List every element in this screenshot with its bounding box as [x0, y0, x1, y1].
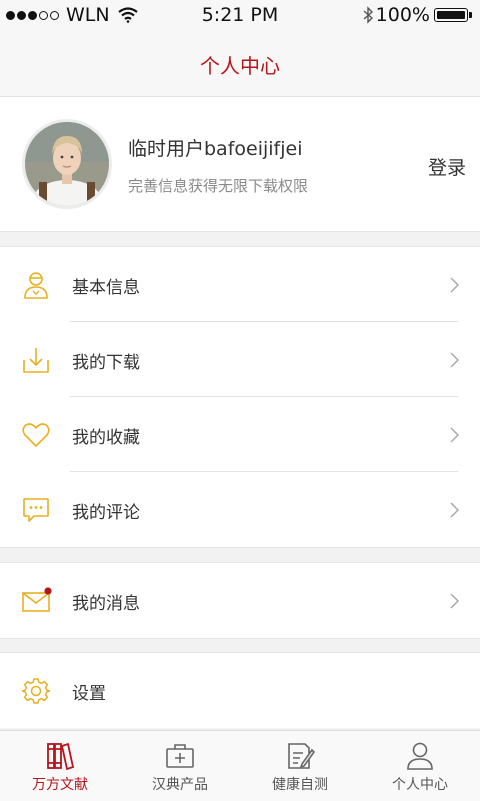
menu-group-main: 基本信息 我的下载 我的收藏 我的评论	[0, 246, 480, 548]
heart-icon	[22, 423, 50, 447]
chevron-right-icon	[450, 352, 460, 368]
tab-label: 健康自测	[272, 777, 328, 793]
gear-icon	[22, 678, 50, 704]
tab-label: 个人中心	[392, 777, 448, 793]
books-icon	[47, 742, 75, 771]
page-title: 个人中心	[200, 53, 280, 78]
user-subtitle: 完善信息获得无限下载权限	[128, 177, 309, 195]
menu-label: 基本信息	[72, 278, 140, 298]
menu-group-settings: 设置	[0, 652, 480, 728]
menu-label: 我的消息	[72, 594, 140, 614]
battery-percent: 100%	[375, 4, 430, 26]
tab-label: 万方文献	[32, 777, 88, 793]
person-icon	[407, 742, 433, 770]
menu-label: 我的收藏	[72, 428, 140, 448]
edit-icon	[288, 743, 315, 769]
menu-item-basic-info[interactable]: 基本信息	[0, 247, 480, 322]
status-bar: WLN 5:21 PM 100%	[0, 0, 480, 32]
avatar[interactable]	[22, 119, 112, 209]
menu-label: 设置	[72, 684, 106, 704]
status-right: 100%	[362, 4, 472, 26]
tab-label: 汉典产品	[152, 777, 208, 793]
tab-handian-products[interactable]: 汉典产品	[120, 731, 240, 801]
nav-bar: 个人中心	[0, 32, 480, 97]
menu-group-messages: 我的消息	[0, 562, 480, 639]
menu-item-favorites[interactable]: 我的收藏	[0, 397, 480, 472]
menu-item-messages[interactable]: 我的消息	[0, 563, 480, 638]
download-icon	[23, 348, 49, 373]
chevron-right-icon	[450, 502, 460, 518]
login-button[interactable]: 登录	[428, 153, 466, 180]
unread-badge	[44, 587, 52, 595]
battery-icon	[434, 8, 468, 22]
mail-icon	[22, 587, 52, 612]
user-info-icon	[24, 272, 48, 299]
tab-health-self-test[interactable]: 健康自测	[240, 731, 360, 801]
chevron-right-icon	[450, 277, 460, 293]
menu-label: 我的下载	[72, 353, 140, 373]
tab-bar: 万方文献 汉典产品 健康自测 个人中心	[0, 730, 480, 801]
menu-label: 我的评论	[72, 503, 140, 523]
profile-card[interactable]: 临时用户bafoeijifjei 完善信息获得无限下载权限 登录	[0, 97, 480, 232]
menu-item-settings[interactable]: 设置	[0, 653, 480, 728]
user-name: 临时用户bafoeijifjei	[128, 138, 303, 160]
chevron-right-icon	[450, 593, 460, 609]
menu-item-comments[interactable]: 我的评论	[0, 472, 480, 547]
chevron-right-icon	[450, 427, 460, 443]
tab-wanfang-literature[interactable]: 万方文献	[0, 731, 120, 801]
menu-item-downloads[interactable]: 我的下载	[0, 322, 480, 397]
medical-kit-icon	[166, 744, 194, 768]
comment-icon	[23, 498, 49, 522]
battery-cap	[469, 12, 472, 18]
tab-personal-center[interactable]: 个人中心	[360, 731, 480, 801]
bluetooth-icon	[363, 6, 373, 24]
